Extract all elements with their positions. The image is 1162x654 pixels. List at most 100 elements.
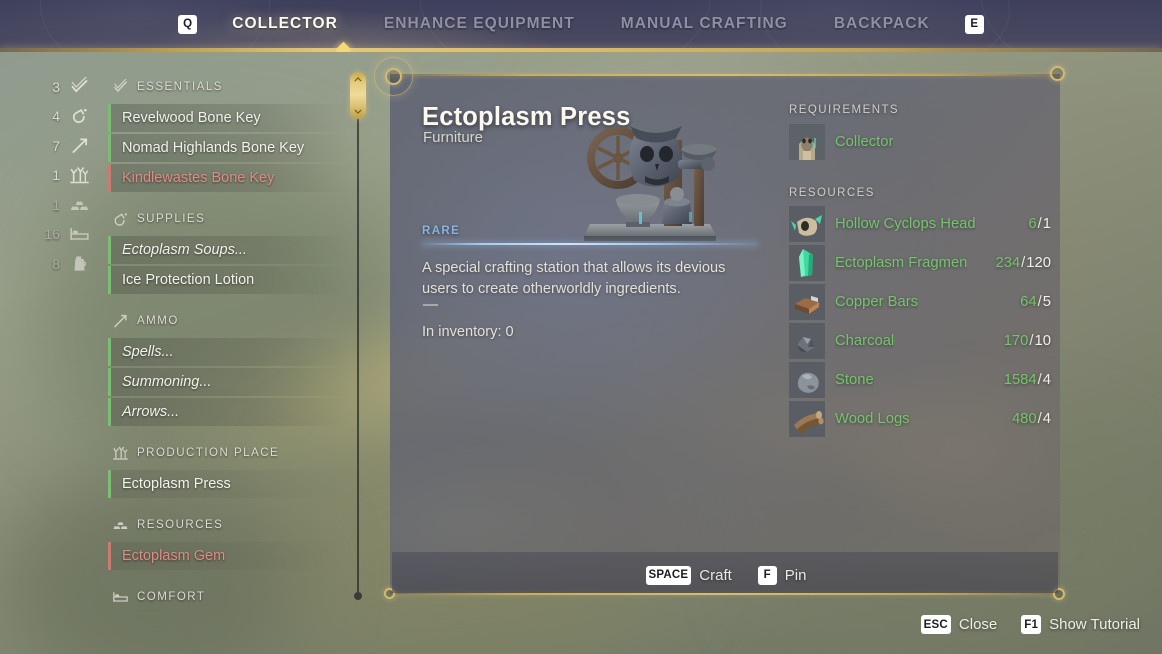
counter-comfort[interactable]: 16 xyxy=(28,224,90,245)
counter-essentials[interactable]: 3 xyxy=(28,76,90,97)
supplies-potion-icon xyxy=(114,213,127,226)
tab-collector[interactable]: COLLECTOR xyxy=(209,15,361,33)
collector-npc-portrait xyxy=(789,123,825,160)
list-item-label: Ectoplasm Soups... xyxy=(122,242,247,258)
tab-enhance-equipment[interactable]: ENHANCE EQUIPMENT xyxy=(361,15,598,33)
category-label: RESOURCES xyxy=(137,519,224,531)
resource-need: 120 xyxy=(1026,254,1051,271)
resource-amount: 234/120 xyxy=(995,255,1051,271)
ectoplasm-crystal-icon xyxy=(789,244,825,281)
list-item-selected[interactable]: Ectoplasm Press xyxy=(108,470,348,498)
recipe-category-sidebar[interactable]: ESSENTIALS Revelwood Bone Key Nomad High… xyxy=(108,74,348,604)
action-bar: SPACE Craft F Pin xyxy=(422,560,1030,590)
tutorial-key-hint: F1 xyxy=(1021,615,1042,634)
resource-name: Hollow Cyclops Head xyxy=(835,215,976,232)
tab-manual-crafting[interactable]: MANUAL CRAFTING xyxy=(598,15,811,33)
close-label: Close xyxy=(958,616,998,633)
resource-row[interactable]: Ectoplasm Fragment 234/120 xyxy=(789,243,1051,282)
pin-label: Pin xyxy=(784,566,807,584)
panel-bottom-border xyxy=(390,593,1060,595)
chevron-down-icon xyxy=(354,109,362,114)
item-description: A special crafting station that allows i… xyxy=(422,260,726,297)
list-item[interactable]: Spells... 2 xyxy=(108,338,348,366)
counter-production-place[interactable]: 1 xyxy=(28,165,90,186)
list-item-label: Arrows... xyxy=(122,404,180,420)
resource-row[interactable]: Stone 1584/4 xyxy=(789,360,1051,399)
resource-row[interactable]: Copper Bars 64/5 xyxy=(789,282,1051,321)
game-crafting-screen: Q COLLECTOR ENHANCE EQUIPMENT MANUAL CRA… xyxy=(0,0,1162,654)
tab-underline xyxy=(0,48,1162,52)
chevron-up-icon xyxy=(354,77,362,82)
resource-amount: 1584/4 xyxy=(1004,372,1051,388)
comfort-bed-icon xyxy=(113,592,128,602)
essentials-check-icon xyxy=(113,79,128,93)
list-item[interactable]: Revelwood Bone Key xyxy=(108,104,348,132)
counter-supplies[interactable]: 4 xyxy=(28,106,90,127)
sidebar-scrollbar-thumb[interactable] xyxy=(350,72,366,119)
amount-slash: / xyxy=(1037,293,1042,310)
close-key-hint: ESC xyxy=(920,615,951,634)
resource-name: Ectoplasm Fragment xyxy=(835,254,967,271)
pin-action[interactable]: F Pin xyxy=(757,565,807,585)
close-action[interactable]: ESC Close xyxy=(920,615,998,634)
category-counter-column: 3 4 7 1 1 16 8 xyxy=(28,76,90,274)
category-label: AMMO xyxy=(137,315,179,327)
resources-list: Hollow Cyclops Head 6/1 Ectoplasm Fragme… xyxy=(789,204,1051,438)
next-tab-key-hint[interactable]: E xyxy=(964,14,984,34)
list-item[interactable]: Nomad Highlands Bone Key xyxy=(108,134,348,162)
category-header-ammo: AMMO xyxy=(108,308,348,334)
resource-have: 234 xyxy=(995,254,1021,271)
production-place-icon xyxy=(70,167,89,184)
list-item-label: Ice Protection Lotion xyxy=(122,272,255,288)
description-separator xyxy=(423,304,438,306)
category-label: ESSENTIALS xyxy=(137,81,223,93)
tab-backpack[interactable]: BACKPACK xyxy=(811,15,953,33)
resource-row[interactable]: Wood Logs 480/4 xyxy=(789,399,1051,438)
tab-list: Q COLLECTOR ENHANCE EQUIPMENT MANUAL CRA… xyxy=(0,0,1162,48)
wood-logs-icon xyxy=(789,400,825,437)
counter-resources[interactable]: 1 xyxy=(28,194,90,215)
craft-key-hint: SPACE xyxy=(645,565,692,585)
requirement-row[interactable]: Collector xyxy=(789,122,1051,161)
craft-action[interactable]: SPACE Craft xyxy=(645,565,732,585)
list-item-label: Summoning... xyxy=(122,374,212,390)
craft-label: Craft xyxy=(699,566,732,584)
counter-ammo[interactable]: 7 xyxy=(28,135,90,156)
footer-hints: ESC Close F1 Show Tutorial xyxy=(920,615,1140,634)
counter-container[interactable]: 8 xyxy=(28,253,90,274)
ammo-arrow-icon xyxy=(113,314,127,328)
production-place-icon xyxy=(113,446,128,460)
resource-have: 6 xyxy=(1028,215,1037,232)
prev-tab-key-hint[interactable]: Q xyxy=(178,14,198,34)
resource-have: 1584 xyxy=(1003,371,1037,388)
category-label: SUPPLIES xyxy=(137,213,206,225)
ammo-arrow-icon xyxy=(72,137,88,153)
resource-need: 10 xyxy=(1034,332,1051,349)
resource-amount: 64/5 xyxy=(1020,294,1051,310)
top-tab-bar: Q COLLECTOR ENHANCE EQUIPMENT MANUAL CRA… xyxy=(0,0,1162,52)
item-category: Furniture xyxy=(423,129,484,146)
resource-have: 170 xyxy=(1003,332,1029,349)
panel-top-border xyxy=(390,74,1060,76)
rarity-label: RARE xyxy=(422,225,461,237)
list-item[interactable]: Kindlewastes Bone Key xyxy=(108,164,348,192)
list-item[interactable]: Ice Protection Lotion xyxy=(108,266,348,294)
scrollbar-end-cap xyxy=(354,592,362,600)
list-item[interactable]: Ectoplasm Soups... 3 xyxy=(108,236,348,264)
list-item[interactable]: Summoning... 3 xyxy=(108,368,348,396)
resource-amount: 480/4 xyxy=(1012,411,1051,427)
amount-slash: / xyxy=(1037,215,1042,232)
sidebar-scrollbar-track[interactable] xyxy=(357,74,359,596)
category-header-supplies: SUPPLIES xyxy=(108,206,348,232)
list-item[interactable]: Ectoplasm Gem xyxy=(108,542,348,570)
category-header-resources: RESOURCES xyxy=(108,512,348,538)
resource-row[interactable]: Hollow Cyclops Head 6/1 xyxy=(789,204,1051,243)
resource-need: 5 xyxy=(1042,293,1051,310)
resource-row[interactable]: Charcoal 170/10 xyxy=(789,321,1051,360)
category-header-comfort: COMFORT xyxy=(108,584,348,604)
resource-name: Charcoal xyxy=(835,332,895,349)
resource-have: 480 xyxy=(1011,410,1037,427)
show-tutorial-action[interactable]: F1 Show Tutorial xyxy=(1021,615,1140,634)
counter-value: 1 xyxy=(52,196,60,213)
list-item[interactable]: Arrows... 2 xyxy=(108,398,348,426)
